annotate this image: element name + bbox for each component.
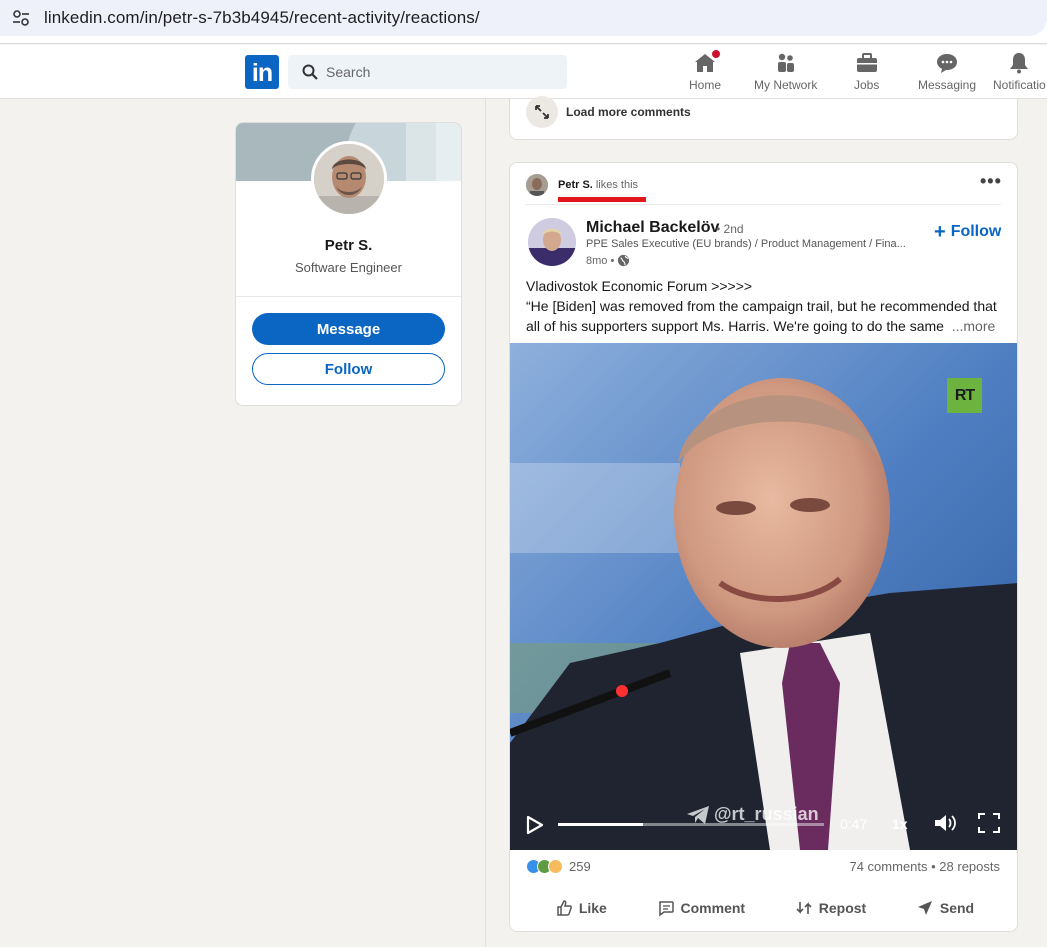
globe-icon [618, 254, 630, 267]
reaction-summary[interactable]: 259 [526, 859, 591, 874]
linkedin-logo[interactable]: in [245, 55, 279, 89]
column-divider [485, 99, 486, 947]
nav-messaging[interactable]: Messaging [918, 51, 976, 92]
see-more-link[interactable]: ...more [952, 318, 996, 334]
nav-jobs[interactable]: Jobs [854, 51, 879, 92]
highlight-underline [558, 197, 646, 202]
post-time-text: 8mo • [586, 254, 615, 267]
search-box[interactable] [288, 55, 567, 89]
network-icon [774, 51, 798, 75]
nav-my-network[interactable]: My Network [754, 51, 817, 92]
url-text[interactable]: linkedin.com/in/petr-s-7b3b4945/recent-a… [44, 8, 480, 28]
nav-home-label: Home [689, 78, 722, 92]
profile-title: Software Engineer [295, 260, 402, 275]
send-icon [917, 901, 932, 915]
post-card: Petr S. likes this ••• Michael Backelöv … [509, 162, 1018, 932]
more-options-icon[interactable]: ••• [980, 172, 1002, 190]
nav-messaging-label: Messaging [918, 78, 977, 92]
load-more-card: Load more comments [509, 96, 1018, 140]
liker-row: Petr S. likes this [526, 173, 638, 197]
volume-icon[interactable] [933, 813, 957, 838]
nav-notifications[interactable]: Notificatio [993, 51, 1046, 92]
post-text: Vladivostok Economic Forum >>>>> “He [Bi… [526, 276, 1004, 336]
nav-home[interactable]: Home [689, 48, 722, 92]
follow-author-label: Follow [950, 223, 1002, 240]
search-input[interactable] [326, 64, 546, 80]
profile-name: Petr S. [324, 237, 373, 254]
fullscreen-icon[interactable] [978, 813, 1000, 838]
like-label: Like [578, 900, 607, 916]
thumbs-up-icon [557, 900, 572, 916]
post-text-line: “He [Biden] was removed from the campaig… [526, 298, 997, 314]
rt-channel-logo: RT [947, 378, 982, 413]
post-text-line: all of his supporters support Ms. Harris… [526, 318, 944, 334]
watermark-text: @rt_russian [714, 804, 819, 824]
video-watermark: @rt_russian [686, 804, 819, 825]
video-player[interactable]: RT @rt_russian 0:47 1x [510, 343, 1017, 850]
author-avatar[interactable] [528, 218, 576, 266]
follow-profile-button[interactable]: Follow [252, 353, 445, 385]
liker-action: likes this [595, 179, 639, 191]
repost-button[interactable]: Repost [795, 891, 866, 925]
send-label: Send [939, 900, 975, 916]
briefcase-icon [855, 51, 879, 75]
nav-my-network-label: My Network [754, 78, 818, 92]
load-more-comments-button[interactable]: Load more comments [566, 105, 691, 119]
reaction-count: 259 [569, 859, 591, 874]
author-headline: PPE Sales Executive (EU brands) / Produc… [586, 238, 906, 250]
repost-icon [796, 902, 812, 914]
author-name[interactable]: Michael Backelöv [586, 219, 719, 237]
messaging-icon [935, 51, 959, 75]
video-time: 0:47 [840, 816, 868, 832]
repost-label: Repost [818, 900, 867, 916]
message-button[interactable]: Message [252, 313, 445, 345]
playback-speed-button[interactable]: 1x [892, 816, 908, 832]
video-progress-fill [558, 823, 644, 826]
comment-button[interactable]: Comment [657, 891, 746, 925]
nav-jobs-label: Jobs [854, 78, 880, 92]
follow-author-button[interactable]: + Follow [934, 221, 1002, 243]
video-frame [510, 343, 1017, 850]
like-button[interactable]: Like [555, 891, 607, 925]
bell-icon [1007, 51, 1031, 75]
notification-badge [710, 48, 722, 60]
search-icon [302, 64, 318, 80]
post-separator [526, 204, 1001, 205]
insightful-reaction-icon [548, 859, 563, 874]
author-degree: • 2nd [716, 222, 744, 236]
post-text-line-last: all of his supporters support Ms. Harris… [526, 316, 1004, 336]
video-progress-bar[interactable] [558, 823, 824, 826]
browser-address-bar: linkedin.com/in/petr-s-7b3b4945/recent-a… [0, 0, 1047, 44]
post-text-line: Vladivostok Economic Forum >>>>> [526, 278, 753, 294]
liker-name[interactable]: Petr S. [558, 179, 593, 191]
play-icon[interactable] [526, 815, 544, 840]
post-actions: Like Comment Repost Send [510, 891, 1017, 925]
expand-icon[interactable] [526, 96, 558, 128]
profile-divider [236, 296, 461, 297]
profile-avatar[interactable] [311, 141, 387, 217]
comments-reposts-count[interactable]: 74 comments • 28 reposts [849, 859, 1000, 874]
comment-label: Comment [680, 900, 746, 916]
profile-card: Petr S. Software Engineer Message Follow [235, 122, 462, 406]
send-button[interactable]: Send [916, 891, 974, 925]
nav-notifications-label: Notificatio [993, 78, 1046, 92]
site-settings-icon[interactable] [12, 9, 30, 27]
top-navbar: in Home My Network Jobs Messaging Notifi… [0, 45, 1047, 99]
home-icon [693, 48, 722, 75]
plus-icon: + [934, 221, 946, 243]
telegram-icon [687, 805, 709, 824]
comment-icon [658, 901, 674, 917]
liker-avatar[interactable] [526, 174, 548, 196]
post-time: 8mo • [586, 254, 630, 267]
